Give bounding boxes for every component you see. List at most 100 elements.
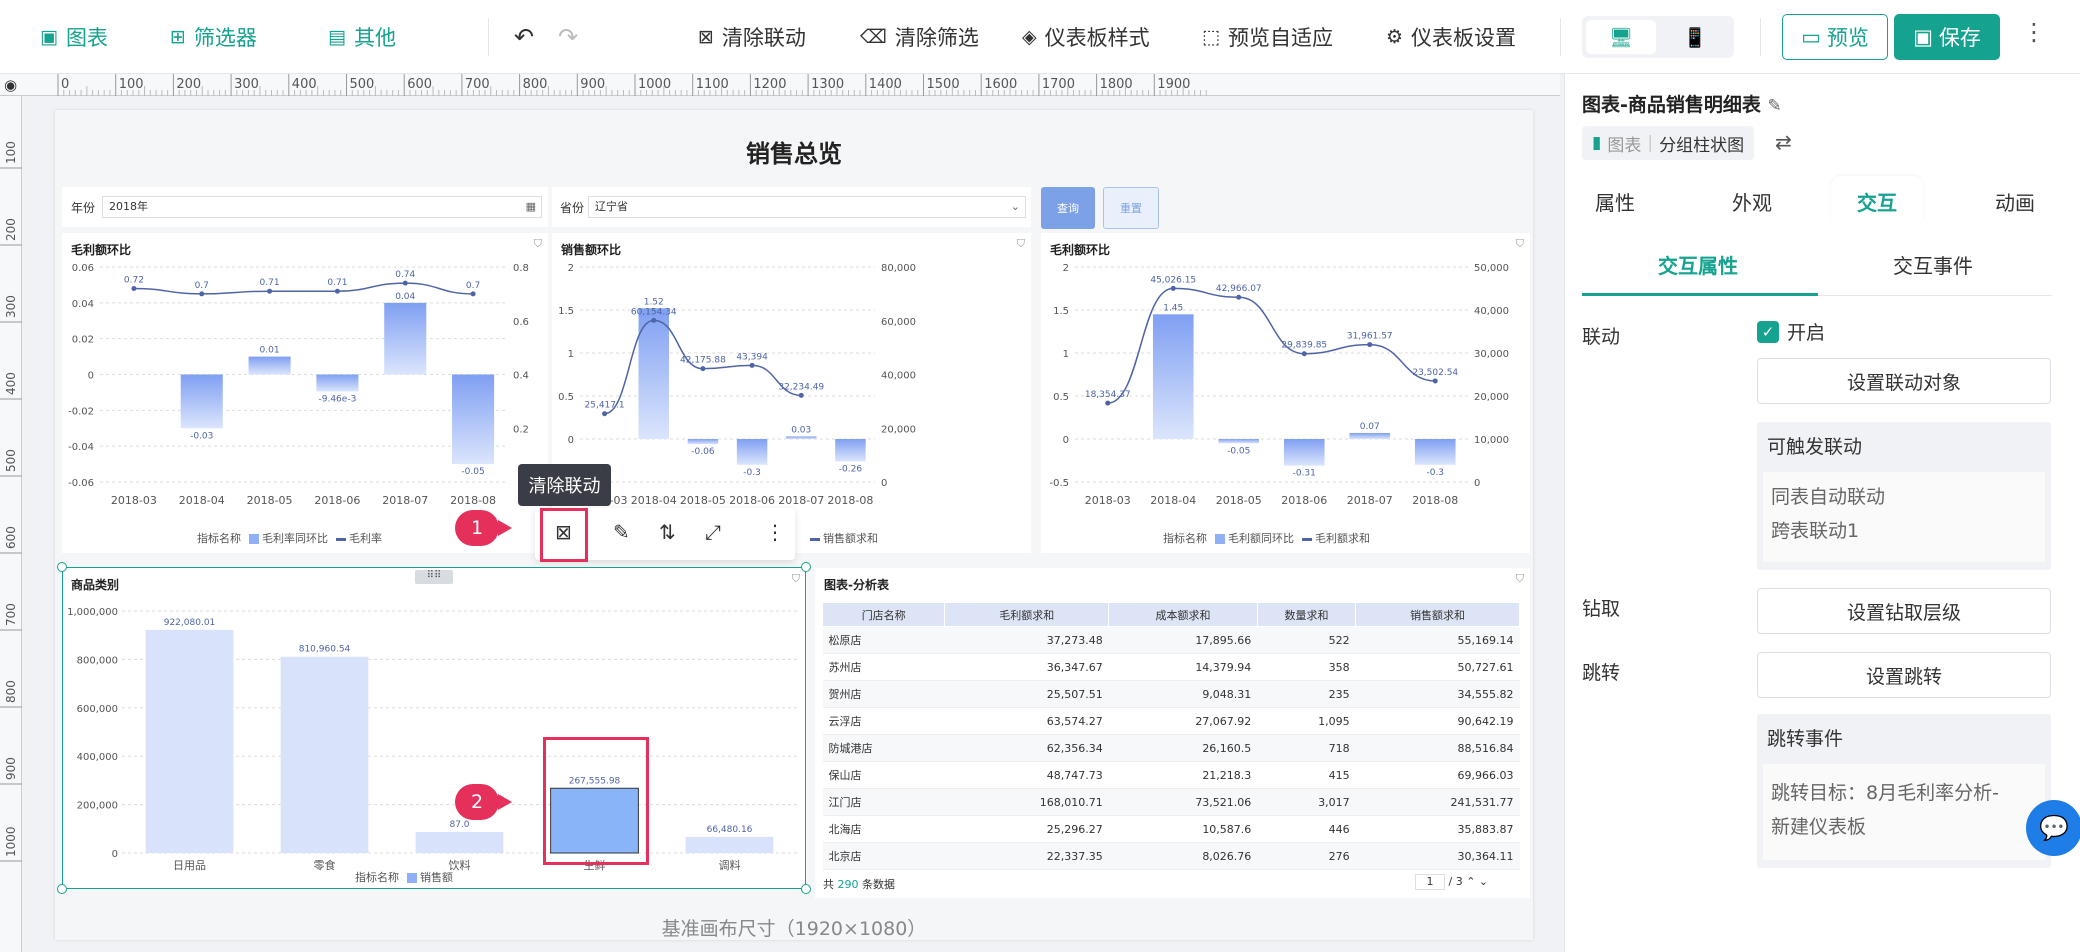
table-cell: 88,516.84 [1355, 734, 1520, 762]
resize-handle[interactable] [801, 884, 811, 894]
ruler-label: 1300 [811, 77, 844, 92]
bar [786, 436, 817, 439]
y2-tick-label: 0 [881, 478, 887, 489]
table-row[interactable]: 保山店 48,747.73 21,218.3 415 69,966.03 [822, 761, 1520, 789]
swap-icon[interactable]: ⇄ [1775, 130, 1792, 154]
page-up-icon[interactable]: ⌃ [1466, 875, 1475, 888]
query-button[interactable]: 查询 [1041, 187, 1095, 229]
dashboard-title: 销售总览 [746, 140, 842, 168]
province-filter-label: 省份 [560, 201, 585, 215]
resize-handle[interactable] [801, 562, 811, 572]
table-row[interactable]: 防城港店 62,356.34 26,160.5 718 88,516.84 [822, 734, 1520, 762]
dashboard-settings-button[interactable]: ⚙ 仪表板设置 [1386, 18, 1516, 56]
filter-icon[interactable]: ⛉ [1516, 572, 1524, 586]
table-row[interactable]: 云浮店 63,574.27 27,067.92 1,095 90,642.19 [822, 707, 1520, 735]
calendar-icon: ▦ [525, 200, 536, 213]
drag-handle[interactable]: ⠿⠿ [415, 570, 453, 584]
reset-button[interactable]: 重置 [1103, 187, 1159, 229]
save-button[interactable]: ▣ 保存 [1894, 14, 2000, 60]
table-row[interactable]: 贺州店 25,507.51 9,048.31 235 34,555.82 [822, 680, 1520, 708]
data-label: -0.3 [1426, 468, 1444, 478]
table-column-header[interactable]: 成本额求和 [1108, 602, 1258, 627]
data-label: 0.71 [327, 278, 347, 288]
set-link-target-button[interactable]: 设置联动对象 [1757, 358, 2051, 404]
badge-pointer [498, 520, 512, 536]
chart-card-sales-ratio[interactable]: 销售额环比 ⛉ 21.510.50-0.580,00060,00040,0002… [552, 233, 1031, 553]
desktop-view-button[interactable]: 🖥 [1586, 20, 1656, 54]
table-row[interactable]: 北海店 25,296.27 10,587.6 446 35,883.87 [822, 815, 1520, 843]
subtab-interaction-events[interactable]: 交互事件 [1893, 250, 1973, 279]
add-chart-button[interactable]: ▣ 图表 [40, 18, 108, 56]
set-drill-button[interactable]: 设置钻取层级 [1757, 588, 2051, 634]
undo-button[interactable]: ↶ [514, 18, 534, 56]
x-tick-label: 2018-05 [1216, 494, 1262, 507]
preview-button[interactable]: ▭ 预览 [1782, 14, 1888, 60]
y2-tick-label: 20,000 [881, 424, 916, 435]
subtab-interaction-props[interactable]: 交互属性 [1658, 250, 1738, 279]
chat-icon[interactable]: 💬 [2026, 800, 2080, 856]
year-filter-input[interactable]: 2018年 ▦ [102, 196, 542, 218]
x-tick-label: 2018-05 [680, 494, 726, 507]
jump-event-item[interactable]: 新建仪表板 [1763, 810, 2045, 844]
resize-handle[interactable] [57, 884, 67, 894]
redo-button[interactable]: ↷ [558, 18, 578, 56]
resize-handle[interactable] [57, 562, 67, 572]
table-row[interactable]: 北京店 22,337.35 8,026.76 276 30,364.11 [822, 842, 1520, 870]
analysis-table: 门店名称 毛利额求和 成本额求和 数量求和 销售额求和 松原店 37,273.48 17,8… [821, 602, 1520, 870]
tab-interaction[interactable]: 交互 [1857, 187, 1897, 216]
eye-icon[interactable]: ◉ [4, 76, 17, 94]
data-label: -0.31 [1293, 469, 1316, 479]
more-icon[interactable]: ⋮ [765, 520, 785, 544]
table-row[interactable]: 江门店 168,010.71 73,521.06 3,017 241,531.77 [822, 788, 1520, 816]
ruler-label: 600 [407, 77, 432, 92]
edit-icon[interactable]: ✎ [613, 520, 630, 544]
add-other-button[interactable]: ▤ 其他 [328, 18, 396, 56]
sort-icon[interactable]: ⇅ [659, 520, 676, 544]
table-cell: 50,727.61 [1355, 653, 1520, 681]
preview-fit-button[interactable]: ⬚ 预览自适应 [1202, 18, 1333, 56]
table-column-header[interactable]: 销售额求和 [1355, 602, 1520, 627]
property-panel: 图表-商品销售明细表 ✎ ▮ 图表 | 分组柱状图 ⇄ 属性 外观 交互 动画 … [1564, 74, 2080, 952]
chevron-down-icon: ⌄ [1010, 200, 1020, 213]
line-point [602, 411, 608, 417]
ruler-label: 800 [4, 680, 18, 703]
x-tick-label: 2018-06 [314, 494, 360, 507]
tab-properties[interactable]: 属性 [1595, 187, 1635, 216]
set-jump-button[interactable]: 设置跳转 [1757, 652, 2051, 698]
table-cell: 8,026.76 [1108, 842, 1258, 870]
chart-card-gross-margin-ratio[interactable]: 毛利额环比 ⛉ 0.06 0.04 0.02 0 -0.02 -0.04 -0.06 0.8 0… [62, 233, 548, 553]
more-menu-icon[interactable]: ⋮ [2022, 18, 2046, 46]
x-tick-label: 2018-08 [827, 494, 873, 507]
data-label: -0.03 [190, 431, 213, 441]
page-input[interactable]: 1 [1415, 874, 1445, 890]
table-cell: 云浮店 [822, 707, 945, 735]
trigger-item[interactable]: 跨表联动1 [1763, 514, 2045, 548]
jump-event-item[interactable]: 跳转目标：8月毛利率分析- [1763, 776, 2045, 810]
desktop-icon: 🖥 [1608, 26, 1634, 49]
link-enable-checkbox[interactable]: ✓ 开启 [1757, 318, 1825, 345]
rename-icon[interactable]: ✎ [1768, 96, 1782, 116]
tab-animation[interactable]: 动画 [1995, 187, 2035, 216]
tab-appearance[interactable]: 外观 [1732, 187, 1772, 216]
table-row[interactable]: 苏州店 36,347.67 14,379.94 358 50,727.61 [822, 653, 1520, 681]
ruler-label: 1000 [4, 826, 18, 857]
table-column-header[interactable]: 数量求和 [1256, 602, 1357, 627]
table-row[interactable]: 松原店 37,273.48 17,895.66 522 55,169.14 [822, 626, 1520, 654]
fullscreen-icon[interactable]: ⤢ [705, 520, 721, 544]
page-down-icon[interactable]: ⌄ [1479, 875, 1488, 888]
chart-type-selector[interactable]: ▮ 图表 | 分组柱状图 [1582, 126, 1755, 160]
dashboard-style-button[interactable]: ◈ 仪表板样式 [1022, 18, 1150, 56]
trigger-item[interactable]: 同表自动联动 [1763, 480, 2045, 514]
series-line [133, 282, 474, 295]
table-column-header[interactable]: 门店名称 [821, 602, 946, 627]
mobile-view-button[interactable]: 📱 [1660, 20, 1730, 54]
chart-card-gross-profit-ratio[interactable]: 毛利额环比 ⛉ 2 1.5 1 0.5 0 -0.5 50,000 40,000 30,000 2… [1041, 233, 1530, 553]
province-select[interactable]: 辽宁省 ⌄ [588, 196, 1026, 218]
table-column-header[interactable]: 毛利额求和 [944, 602, 1110, 627]
clear-filter-button[interactable]: ⌫ 清除筛选 [860, 18, 979, 56]
clear-link-button[interactable]: ⊠ 清除联动 [698, 18, 806, 56]
toolbar-divider [488, 18, 489, 56]
y-tick-label: -0.5 [1049, 478, 1069, 489]
add-filter-button[interactable]: ⊞ 筛选器 [170, 18, 257, 56]
bar [452, 374, 495, 465]
